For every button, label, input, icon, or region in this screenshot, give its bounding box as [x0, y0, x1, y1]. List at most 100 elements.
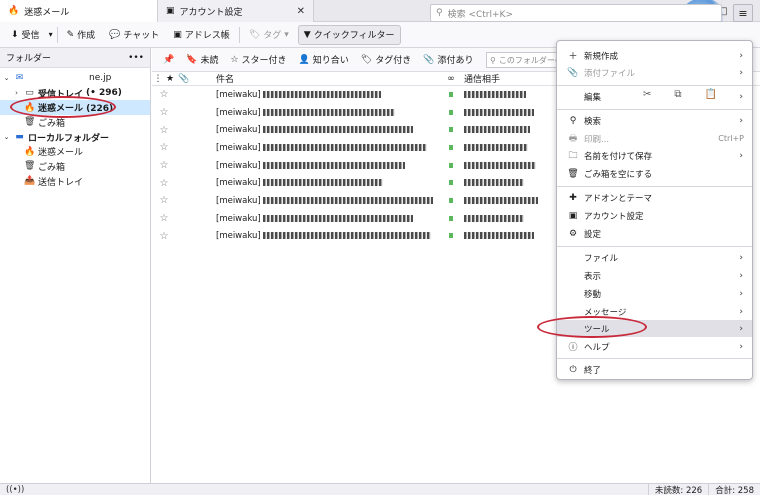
filter-starred-button[interactable]: ☆ スター付き [225, 50, 291, 70]
redacted-subject [263, 214, 414, 222]
chevron-right-icon[interactable]: › [12, 89, 21, 97]
correspondent-cell [464, 125, 564, 135]
menu-item-new[interactable]: ＋ 新規作成 › [557, 47, 752, 64]
account-name: ne.jp [89, 73, 112, 84]
star-icon[interactable]: ☆ [152, 89, 176, 100]
subject-cell: [meiwaku] [216, 178, 438, 188]
filter-attachment-label: 添付あり [437, 56, 474, 66]
folder-filter-input[interactable]: ⚲ このフォルダーの [486, 52, 566, 68]
subject-cell: [meiwaku] [216, 161, 438, 171]
menu-item-save-as[interactable]: 🗀 名前を付けて保存 › [557, 147, 752, 164]
subject-cell: [meiwaku] [216, 196, 438, 206]
sticky-pin-button[interactable]: 📌 [158, 50, 179, 70]
filter-contact-button[interactable]: 👤 知り合い [294, 50, 354, 70]
folder-local-junk[interactable]: 🔥 迷惑メール [0, 144, 150, 159]
attachment-column-icon[interactable]: 📎 [176, 74, 216, 84]
redacted-subject [263, 161, 406, 169]
folder-pane-title: フォルダー [6, 54, 52, 64]
menu-item-attach[interactable]: 📎 添付ファイル › [557, 64, 752, 81]
thread-column-icon[interactable]: ⋮ [152, 74, 164, 84]
chevron-down-icon[interactable]: ⌄ [2, 133, 11, 141]
redacted-correspondent [464, 232, 534, 240]
menu-item-find[interactable]: ⚲ 検索 › [557, 112, 752, 129]
junk-status-cell[interactable] [438, 178, 464, 188]
star-icon[interactable]: ☆ [152, 125, 176, 136]
junk-status-cell[interactable] [438, 231, 464, 241]
compose-button[interactable]: ✎ 作成 [62, 25, 101, 45]
star-column-icon[interactable]: ★ [164, 74, 176, 84]
menu-label: 表示 [584, 271, 602, 282]
menu-item-account-settings[interactable]: ▣ アカウント設定 [557, 207, 752, 224]
total-count: 合計: 258 [708, 483, 760, 495]
chevron-down-icon[interactable]: ⌄ [2, 74, 11, 82]
junk-status-cell[interactable] [438, 90, 464, 100]
get-mail-button[interactable]: ⬇ 受信 [6, 25, 45, 45]
chevron-down-icon: ▾ [284, 29, 289, 40]
redacted-correspondent [464, 108, 534, 116]
star-icon[interactable]: ☆ [152, 231, 176, 242]
correspondent-column-header[interactable]: 通信相手 [464, 72, 564, 85]
tab-account-settings[interactable]: ▣ アカウント設定 ✕ [158, 0, 314, 22]
menu-item-settings[interactable]: ⚙ 設定 [557, 225, 752, 242]
tab-junk[interactable]: 🔥 迷惑メール [0, 0, 158, 22]
junk-status-cell[interactable] [438, 214, 464, 224]
menu-item-help[interactable]: ⓘ ヘルプ › [557, 338, 752, 355]
folder-local-trash[interactable]: 🗑 ごみ箱 [0, 159, 150, 174]
junk-status-cell[interactable] [438, 161, 464, 171]
junk-status-cell[interactable] [438, 143, 464, 153]
redacted-correspondent [464, 126, 530, 134]
subject-prefix: [meiwaku] [216, 89, 261, 100]
junk-status-cell[interactable] [438, 196, 464, 206]
paste-icon[interactable]: 📋 [705, 89, 717, 100]
folder-outbox[interactable]: 📤 送信トレイ [0, 174, 150, 189]
tag-icon: 🏷 [360, 54, 373, 65]
menu-item-print[interactable]: 🖶 印刷... Ctrl+P [557, 130, 752, 147]
tag-button[interactable]: 🏷 タグ ▾ [244, 25, 294, 45]
address-book-button[interactable]: ▣ アドレス帳 [168, 25, 235, 45]
menu-label: 設定 [584, 229, 602, 240]
redacted-correspondent [464, 143, 528, 151]
filter-tagged-button[interactable]: 🏷 タグ付き [356, 50, 416, 70]
star-icon[interactable]: ☆ [152, 195, 176, 206]
folder-local[interactable]: ⌄ ▬ ローカルフォルダー [0, 130, 150, 145]
folder-account[interactable]: ⌄ ✉ ne.jp [0, 71, 150, 86]
search-input[interactable]: ⚲ 検索 <Ctrl+K> [430, 4, 722, 22]
copy-icon[interactable]: ⧉ [674, 89, 681, 100]
local-trash-label: ごみ箱 [38, 162, 66, 173]
star-icon[interactable]: ☆ [152, 142, 176, 153]
menu-item-empty-trash[interactable]: 🗑 ごみ箱を空にする [557, 165, 752, 182]
redacted-subject [263, 143, 428, 151]
star-icon[interactable]: ☆ [152, 178, 176, 189]
quick-filter-button[interactable]: ▼ クイックフィルター [297, 24, 401, 45]
app-menu-button[interactable]: ≡ [733, 4, 753, 22]
more-options-button[interactable]: ••• [128, 53, 144, 63]
menu-item-file[interactable]: ファイル › [557, 249, 752, 266]
chat-button[interactable]: 💬 チャット [104, 25, 164, 45]
junk-status-cell[interactable] [438, 125, 464, 135]
menu-item-addons[interactable]: ✚ アドオンとテーマ [557, 189, 752, 206]
junk-status-icon [449, 127, 453, 133]
chevron-down-icon[interactable]: ▾ [49, 30, 53, 39]
activity-icon: ((•)) [6, 484, 25, 495]
menu-item-quit[interactable]: ⏻ 終了 [557, 361, 752, 378]
star-icon[interactable]: ☆ [152, 213, 176, 224]
trash-icon: 🗑 [24, 117, 36, 128]
star-icon[interactable]: ☆ [152, 160, 176, 171]
menu-label: アカウント設定 [584, 211, 644, 222]
filter-unread-button[interactable]: 🔖 未読 [181, 50, 223, 70]
tag-label: タグ [263, 31, 282, 41]
junk-status-cell[interactable] [438, 108, 464, 118]
subject-column-header[interactable]: 件名 [216, 72, 438, 85]
print-shortcut: Ctrl+P [718, 134, 744, 143]
cut-icon[interactable]: ✂ [643, 89, 651, 100]
junk-status-column-icon[interactable]: ∞ [438, 74, 464, 84]
bookmark-icon: 🔖 [186, 54, 198, 65]
filter-attachment-button[interactable]: 📎 添付あり [418, 50, 478, 70]
download-icon: ⬇ [11, 29, 19, 40]
menu-item-view[interactable]: 表示 › [557, 267, 752, 284]
power-icon: ⏻ [569, 364, 577, 375]
menu-item-go[interactable]: 移動 › [557, 285, 752, 302]
star-icon: ☆ [230, 54, 239, 65]
close-icon[interactable]: ✕ [297, 6, 305, 17]
star-icon[interactable]: ☆ [152, 107, 176, 118]
